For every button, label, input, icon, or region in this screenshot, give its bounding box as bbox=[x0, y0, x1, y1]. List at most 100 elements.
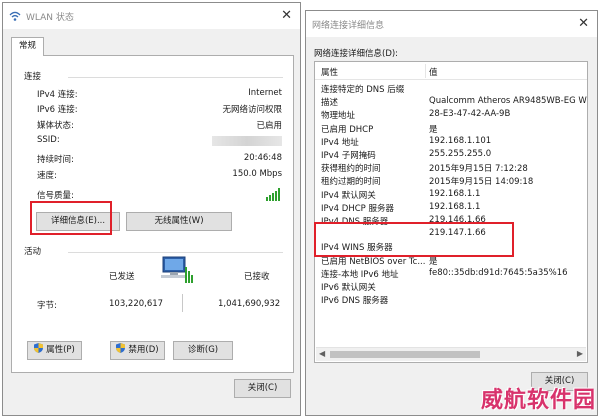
activity-divider-vertical bbox=[182, 294, 183, 312]
row-value: Internet bbox=[248, 88, 282, 98]
list-item-value: Qualcomm Atheros AR9485WB-EG Wire bbox=[429, 96, 588, 107]
list-item-value: 255.255.255.0 bbox=[429, 149, 492, 159]
list-item[interactable]: 描述 Qualcomm Atheros AR9485WB-EG Wire bbox=[315, 95, 587, 108]
row-label: 媒体状态: bbox=[37, 121, 74, 131]
list-item-property: IPv6 DNS 服务器 bbox=[321, 296, 389, 307]
list-item[interactable]: IPv4 DNS 服务器 219.146.1.66 bbox=[315, 214, 587, 227]
list-item-property: IPv4 默认网关 bbox=[321, 190, 376, 201]
column-value[interactable]: 值 bbox=[429, 66, 438, 78]
list-item[interactable]: IPv4 WINS 服务器 bbox=[315, 240, 587, 253]
list-item-property: 租约过期的时间 bbox=[321, 177, 381, 188]
network-adapter-icon bbox=[161, 256, 193, 283]
list-item[interactable]: 连接特定的 DNS 后缀 bbox=[315, 82, 587, 95]
list-item[interactable]: 已启用 DHCP 是 bbox=[315, 122, 587, 135]
details-button[interactable]: 详细信息(E)... bbox=[36, 212, 120, 231]
bytes-received-value: 1,041,690,932 bbox=[218, 299, 281, 309]
horizontal-scrollbar[interactable]: ◀ ▶ bbox=[316, 347, 586, 361]
signal-quality-row: 信号质量: bbox=[37, 187, 282, 201]
wlan-status-window: WLAN 状态 ✕ 常规 连接 IPv4 连接: Internet IPv6 连… bbox=[2, 2, 301, 416]
duration-row: 持续时间: 20:46:48 bbox=[37, 153, 282, 165]
details-list[interactable]: 属性 值 连接特定的 DNS 后缀描述 Qualcomm Atheros AR94… bbox=[314, 61, 588, 363]
shield-icon bbox=[34, 343, 44, 353]
list-item[interactable]: IPv4 地址 192.168.1.101 bbox=[315, 135, 587, 148]
speed-row: 速度: 150.0 Mbps bbox=[37, 169, 282, 181]
row-label: 持续时间: bbox=[37, 155, 74, 165]
row-value: 150.0 Mbps bbox=[232, 169, 282, 179]
general-panel: 连接 IPv4 连接: Internet IPv6 连接: 无网络访问权限 媒体… bbox=[11, 55, 294, 373]
row-label: IPv6 连接: bbox=[37, 105, 78, 115]
list-item-property: 已启用 DHCP bbox=[321, 124, 374, 135]
title-bar[interactable]: WLAN 状态 bbox=[3, 3, 300, 29]
list-item-property: 连接-本地 IPv6 地址 bbox=[321, 269, 399, 280]
row-value: 20:46:48 bbox=[243, 153, 282, 163]
activity-divider bbox=[68, 252, 283, 253]
list-item-property: IPv4 子网掩码 bbox=[321, 151, 376, 161]
list-item-value: 219.147.1.66 bbox=[429, 228, 486, 239]
list-item[interactable]: 219.147.1.66 bbox=[315, 227, 587, 240]
disable-button-label: 禁用(D) bbox=[128, 345, 159, 355]
window-title: WLAN 状态 bbox=[26, 12, 74, 23]
media-state-row: 媒体状态: 已启用 bbox=[37, 119, 282, 131]
list-item-property: 获得租约的时间 bbox=[321, 164, 381, 175]
list-item[interactable]: IPv4 默认网关 192.168.1.1 bbox=[315, 188, 587, 201]
window-title: 网络连接详细信息 bbox=[312, 20, 385, 31]
close-button[interactable]: 关闭(C) bbox=[234, 379, 291, 398]
scroll-thumb[interactable] bbox=[330, 351, 480, 358]
list-item-property: IPv4 WINS 服务器 bbox=[321, 243, 393, 254]
ipv6-connectivity-row: IPv6 连接: 无网络访问权限 bbox=[37, 103, 282, 115]
scroll-left-icon[interactable]: ◀ bbox=[319, 349, 325, 358]
list-item-property: IPv4 DHCP 服务器 bbox=[321, 203, 394, 214]
close-icon[interactable]: ✕ bbox=[281, 9, 292, 22]
watermark-text: 威航软件园 bbox=[480, 387, 596, 413]
list-item-value: 2015年9月15日 14:09:18 bbox=[429, 177, 534, 188]
tab-general[interactable]: 常规 bbox=[11, 37, 44, 56]
list-item[interactable]: IPv4 子网掩码 255.255.255.0 bbox=[315, 148, 587, 161]
bytes-label: 字节: bbox=[37, 301, 57, 311]
list-item-value: 192.168.1.101 bbox=[429, 135, 492, 146]
list-item-value: 192.168.1.1 bbox=[429, 201, 481, 212]
row-label: 速度: bbox=[37, 171, 57, 181]
row-label: SSID: bbox=[37, 135, 60, 145]
close-icon[interactable]: ✕ bbox=[578, 17, 589, 30]
connection-divider bbox=[68, 77, 283, 78]
list-item-property: IPv4 地址 bbox=[321, 137, 359, 148]
title-bar[interactable]: 网络连接详细信息 bbox=[306, 11, 597, 37]
list-item-property: 已启用 NetBIOS over Tc... bbox=[321, 256, 426, 267]
connection-section-title: 连接 bbox=[24, 72, 42, 82]
activity-section-title: 活动 bbox=[24, 247, 42, 257]
list-item-property: 描述 bbox=[321, 98, 339, 109]
list-item[interactable]: IPv6 默认网关 bbox=[315, 280, 587, 293]
signal-bars-icon bbox=[266, 187, 282, 201]
shield-icon bbox=[116, 343, 126, 353]
ssid-redacted bbox=[212, 136, 282, 146]
list-item[interactable]: 物理地址 28-E3-47-42-AA-9B bbox=[315, 108, 587, 121]
list-header: 属性 值 bbox=[315, 62, 587, 80]
list-item[interactable]: 获得租约的时间 2015年9月15日 7:12:28 bbox=[315, 161, 587, 174]
list-item-property: IPv4 DNS 服务器 bbox=[321, 217, 389, 227]
list-item[interactable]: 租约过期的时间 2015年9月15日 14:09:18 bbox=[315, 174, 587, 187]
column-property[interactable]: 属性 bbox=[321, 66, 338, 78]
network-connection-details-window: 网络连接详细信息 ✕ 网络连接详细信息(D): 属性 值 连接特定的 DNS 后… bbox=[305, 10, 598, 416]
sent-label: 已发送 bbox=[109, 272, 135, 282]
list-item-property: IPv6 默认网关 bbox=[321, 283, 376, 293]
wifi-icon bbox=[9, 11, 21, 21]
list-item-value: fe80::35db:d91d:7645:5a35%16 bbox=[429, 267, 568, 278]
row-value: 已启用 bbox=[256, 121, 282, 131]
properties-button-label: 属性(P) bbox=[46, 345, 75, 355]
wireless-properties-button[interactable]: 无线属性(W) bbox=[126, 212, 232, 231]
list-item-property: 物理地址 bbox=[321, 111, 356, 122]
list-item[interactable]: 连接-本地 IPv6 地址 fe80::35db:d91d:7645:5a35%1… bbox=[315, 267, 587, 280]
properties-button[interactable]: 属性(P) bbox=[27, 341, 82, 360]
list-item[interactable]: IPv6 DNS 服务器 bbox=[315, 293, 587, 306]
list-item[interactable]: IPv4 DHCP 服务器 192.168.1.1 bbox=[315, 201, 587, 214]
received-label: 已接收 bbox=[244, 272, 270, 282]
details-label: 网络连接详细信息(D): bbox=[314, 49, 399, 59]
bytes-sent-value: 103,220,617 bbox=[109, 299, 164, 309]
row-label: 信号质量: bbox=[37, 191, 74, 201]
list-item-value: 192.168.1.1 bbox=[429, 188, 481, 199]
scroll-right-icon[interactable]: ▶ bbox=[577, 349, 583, 358]
list-item[interactable]: 已启用 NetBIOS over Tc... 是 bbox=[315, 254, 587, 267]
disable-button[interactable]: 禁用(D) bbox=[110, 341, 165, 360]
ssid-row: SSID: bbox=[37, 135, 282, 147]
diagnose-button[interactable]: 诊断(G) bbox=[173, 341, 233, 360]
